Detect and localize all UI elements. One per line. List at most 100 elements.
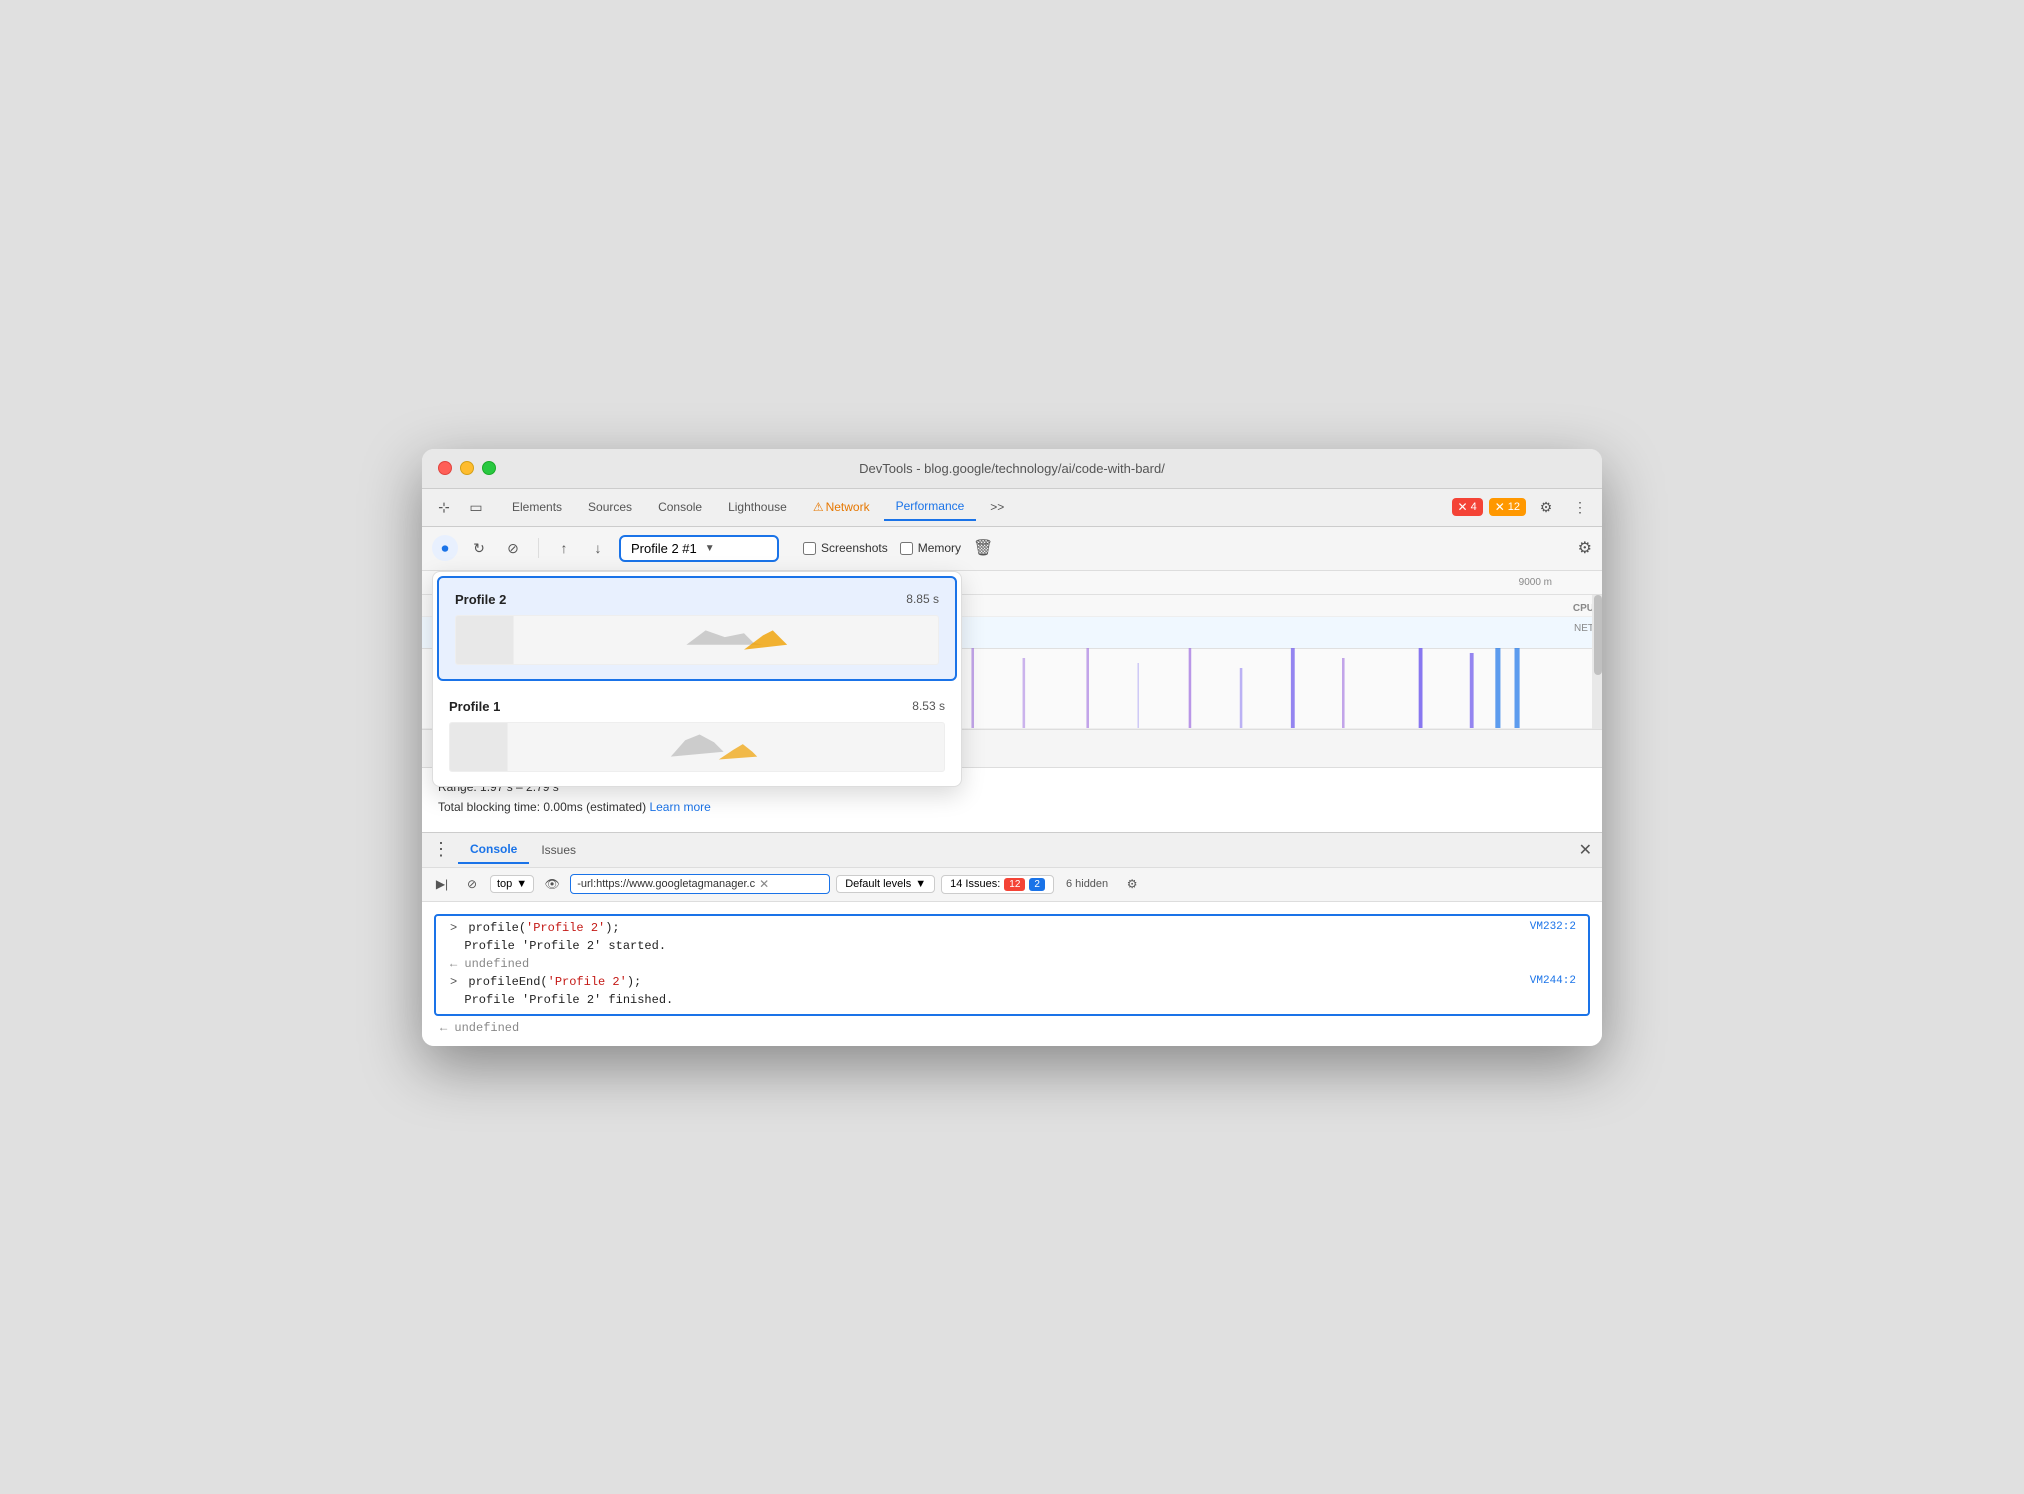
console-line-6: ← undefined	[434, 1020, 1590, 1036]
console-highlighted-block: > profile('Profile 2'); VM232:2 Profile …	[434, 914, 1590, 1016]
profile2-mini-timeline	[455, 615, 939, 665]
issues-tab[interactable]: Issues	[529, 837, 588, 863]
console-line-1: > profile('Profile 2'); VM232:2	[444, 920, 1580, 936]
network-warning-icon: ⚠	[813, 500, 824, 514]
tab-more[interactable]: >>	[978, 494, 1016, 520]
settings-icon[interactable]: ⚙	[1532, 493, 1560, 521]
warning-badge: ✕ 12	[1489, 498, 1526, 516]
checkbox-group: Screenshots Memory	[803, 541, 961, 555]
device-icon[interactable]: ▭	[462, 493, 490, 521]
sidebar-toggle-icon[interactable]: ▶|	[430, 872, 454, 896]
window-title: DevTools - blog.google/technology/ai/cod…	[859, 461, 1165, 476]
vm-link-2[interactable]: VM244:2	[1530, 975, 1576, 987]
undefined-1: ← undefined	[450, 957, 529, 971]
tab-lighthouse[interactable]: Lighthouse	[716, 494, 799, 520]
screenshots-checkbox-label[interactable]: Screenshots	[803, 541, 888, 555]
console-close-button[interactable]: ✕	[1579, 840, 1592, 860]
levels-dropdown[interactable]: Default levels ▼	[836, 875, 935, 893]
console-line-4: > profileEnd('Profile 2'); VM244:2	[444, 974, 1580, 990]
console-tab-active[interactable]: Console	[458, 836, 529, 864]
dropdown-profile1-time: 8.53 s	[912, 699, 945, 713]
error-badge: ✕ 4	[1452, 498, 1483, 516]
dropdown-item2-header: Profile 2 8.85 s	[455, 592, 939, 607]
console-settings-icon[interactable]: ⚙	[1120, 872, 1144, 896]
warning-icon: ✕	[1495, 500, 1505, 514]
undefined-2: ← undefined	[440, 1021, 519, 1035]
titlebar: DevTools - blog.google/technology/ai/cod…	[422, 449, 1602, 489]
dropdown-item-profile1[interactable]: Profile 1 8.53 s	[433, 685, 961, 786]
vm-link-1[interactable]: VM232:2	[1530, 921, 1576, 933]
learn-more-link[interactable]: Learn more	[649, 800, 710, 814]
memory-checkbox-label[interactable]: Memory	[900, 541, 961, 555]
delete-profile-button[interactable]: 🗑	[973, 538, 993, 558]
net-label: NET	[1574, 623, 1594, 634]
minimize-traffic-light[interactable]	[460, 461, 474, 475]
clear-console-icon[interactable]: ⊘	[460, 872, 484, 896]
console-output: > profile('Profile 2'); VM232:2 Profile …	[422, 902, 1602, 1046]
dropdown-profile2-name: Profile 2	[455, 592, 506, 607]
profile-dropdown[interactable]: Profile 2 #1 ▼	[619, 535, 779, 562]
issues-error-count: 12	[1004, 878, 1025, 891]
scrollbar-thumb[interactable]	[1594, 595, 1602, 675]
tab-console[interactable]: Console	[646, 494, 714, 520]
prompt-1: >	[450, 921, 457, 935]
dropdown-item1-header: Profile 1 8.53 s	[449, 699, 945, 714]
tab-performance[interactable]: Performance	[884, 493, 977, 521]
record-button[interactable]: ⏺	[432, 535, 458, 561]
context-selector[interactable]: top ▼	[490, 875, 534, 893]
error-icon: ✕	[1458, 500, 1468, 514]
more-options-icon[interactable]: ⋮	[1566, 493, 1594, 521]
console-dots-icon[interactable]: ⋮	[432, 839, 450, 860]
ruler-mark-3: 9000 m	[1519, 577, 1592, 588]
filter-clear-icon[interactable]: ✕	[759, 877, 769, 891]
dropdown-arrow-icon: ▼	[705, 543, 715, 554]
console-toolbar: ▶| ⊘ top ▼ 👁 -url:https://www.googletagm…	[422, 868, 1602, 902]
context-arrow-icon: ▼	[516, 878, 527, 890]
dropdown-item-profile2[interactable]: Profile 2 8.85 s	[437, 576, 957, 681]
close-traffic-light[interactable]	[438, 461, 452, 475]
profile-finished: Profile 'Profile 2' finished.	[450, 993, 673, 1007]
prompt-2: >	[450, 975, 457, 989]
upload-button[interactable]: ↑	[551, 535, 577, 561]
console-line-5: Profile 'Profile 2' finished.	[444, 992, 1580, 1008]
devtools-tabbar: ⊹ ▭ Elements Sources Console Lighthouse …	[422, 489, 1602, 527]
screenshots-checkbox[interactable]	[803, 542, 816, 555]
profile-end-call: profileEnd('Profile 2');	[461, 975, 641, 989]
profile1-mini-timeline	[449, 722, 945, 772]
console-header: ⋮ Console Issues ✕	[422, 832, 1602, 868]
timeline-scrollbar[interactable]	[1592, 595, 1602, 729]
dropdown-profile1-name: Profile 1	[449, 699, 500, 714]
traffic-lights	[438, 461, 496, 475]
blocking-row: Total blocking time: 0.00ms (estimated) …	[438, 800, 1586, 814]
dropdown-profile2-time: 8.85 s	[906, 592, 939, 606]
profile-dropdown-label: Profile 2 #1	[631, 541, 697, 556]
tab-network[interactable]: ⚠Network	[801, 494, 882, 520]
performance-settings-icon[interactable]: ⚙	[1578, 538, 1592, 558]
tab-sources[interactable]: Sources	[576, 494, 644, 520]
profile-started: Profile 'Profile 2' started.	[450, 939, 666, 953]
levels-arrow-icon: ▼	[915, 878, 926, 890]
cpu-label: CPU	[1573, 603, 1594, 614]
profile-call-1: profile('Profile 2');	[461, 921, 619, 935]
inspect-icon[interactable]: ⊹	[430, 493, 458, 521]
filter-input[interactable]: -url:https://www.googletagmanager.c ✕	[570, 874, 830, 894]
console-line-3: ← undefined	[444, 956, 1580, 972]
tab-elements[interactable]: Elements	[500, 494, 574, 520]
eye-icon[interactable]: 👁	[540, 872, 564, 896]
clear-button[interactable]: ⊘	[500, 535, 526, 561]
download-button[interactable]: ↓	[585, 535, 611, 561]
tab-right-actions: ✕ 4 ✕ 12 ⚙ ⋮	[1452, 493, 1595, 521]
reload-record-button[interactable]: ↻	[466, 535, 492, 561]
filter-text: -url:https://www.googletagmanager.c	[577, 878, 755, 890]
memory-checkbox[interactable]	[900, 542, 913, 555]
hidden-count: 6 hidden	[1060, 876, 1114, 892]
devtools-window: DevTools - blog.google/technology/ai/cod…	[422, 449, 1602, 1046]
profile-dropdown-panel: Profile 2 8.85 s Profile 1 8.53 s	[432, 571, 962, 787]
issues-count: 14 Issues: 12 2	[941, 875, 1054, 894]
context-label: top	[497, 878, 512, 890]
maximize-traffic-light[interactable]	[482, 461, 496, 475]
issues-warning-count: 2	[1029, 878, 1045, 891]
devtools-action-icons: ⊹ ▭	[430, 493, 490, 521]
console-line-2: Profile 'Profile 2' started.	[444, 938, 1580, 954]
blocking-text: Total blocking time: 0.00ms (estimated)	[438, 800, 646, 814]
